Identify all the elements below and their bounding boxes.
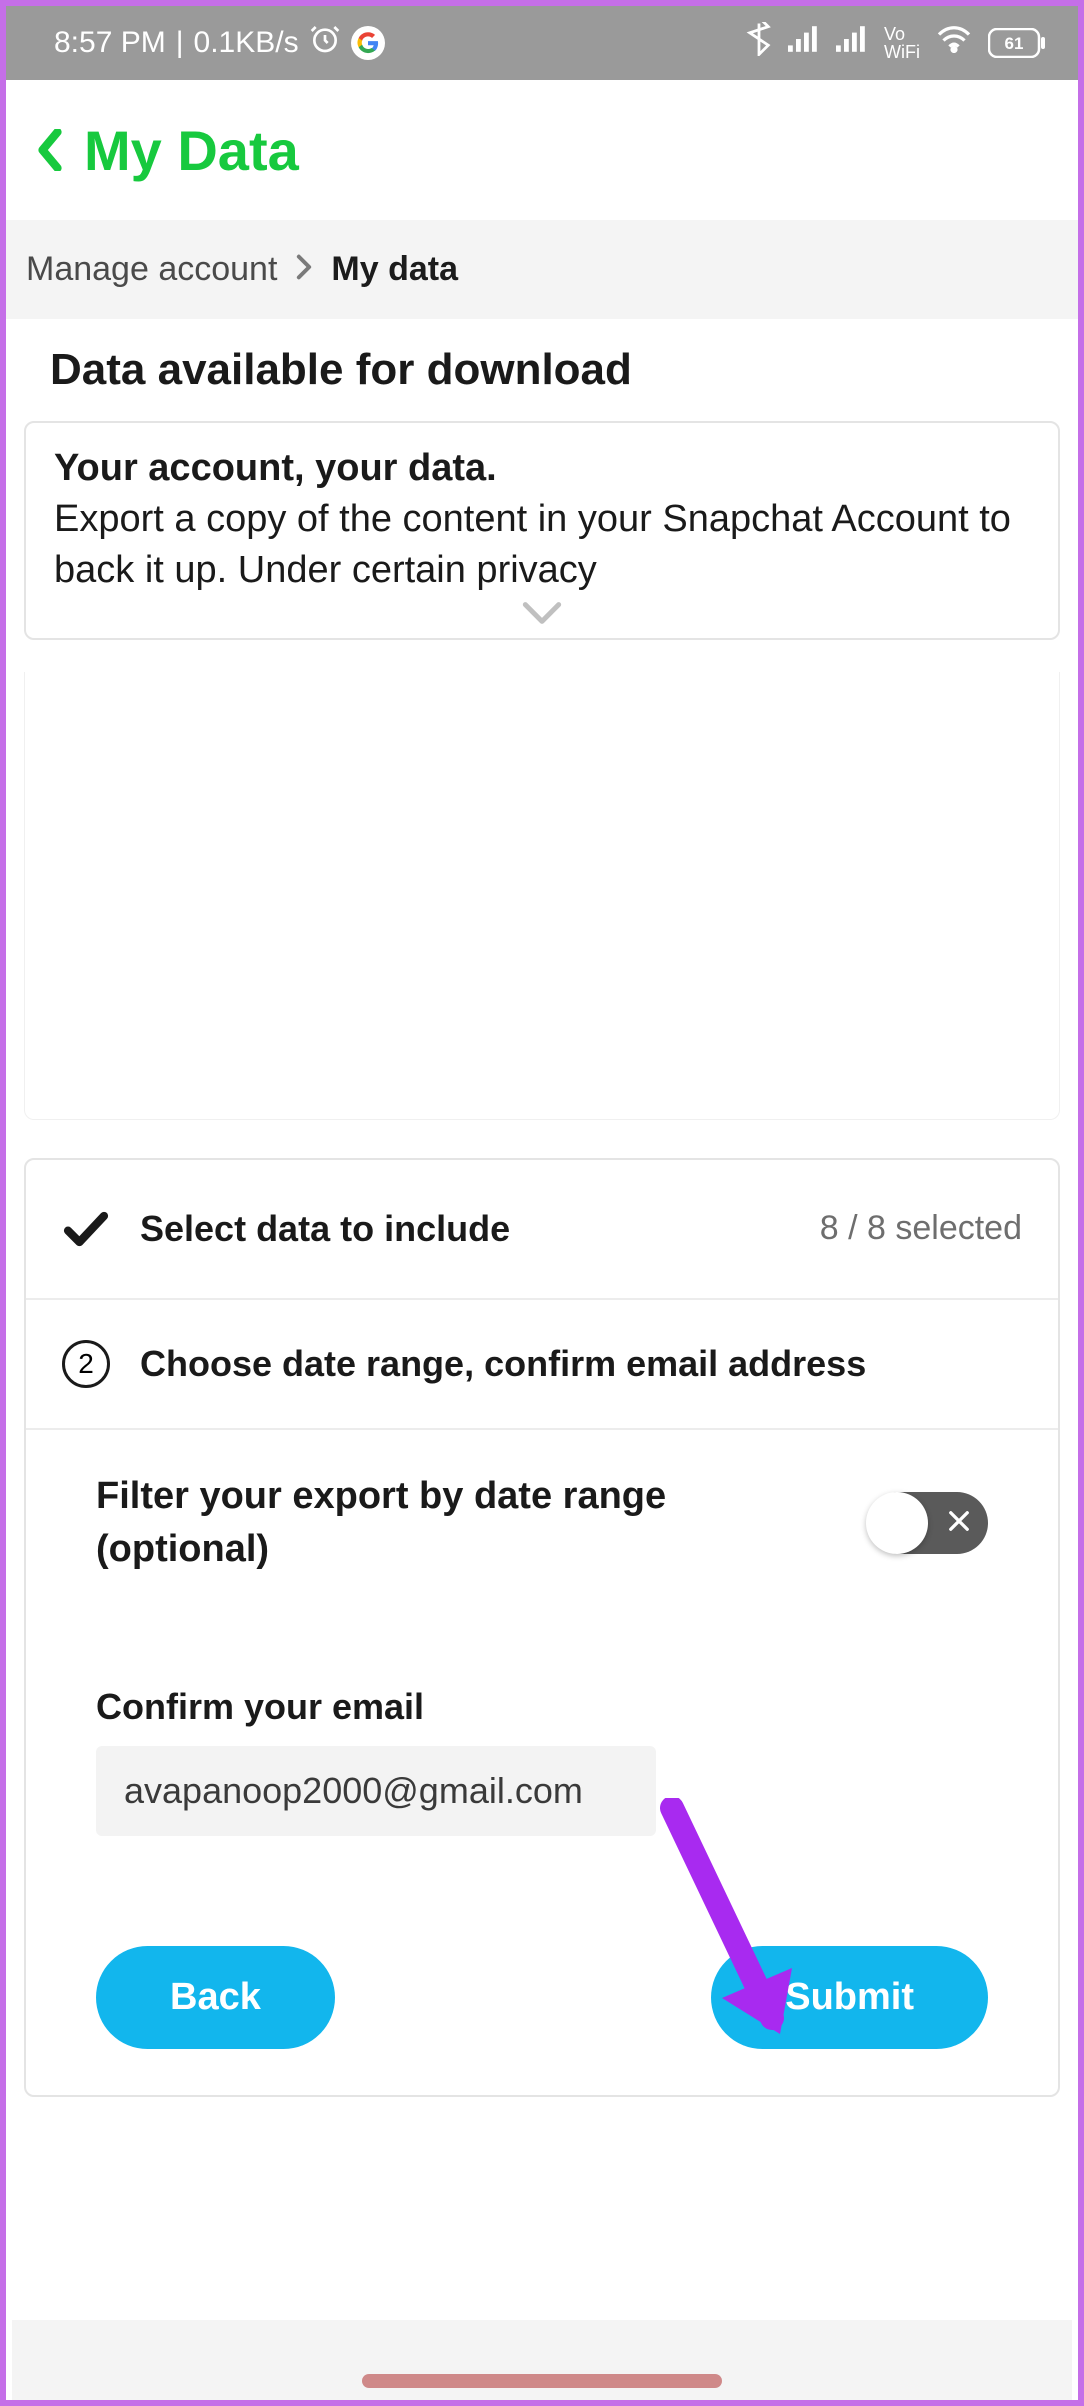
home-indicator[interactable] (362, 2374, 722, 2388)
intro-heading: Your account, your data. (54, 447, 1030, 490)
spacer-card (24, 672, 1060, 1120)
step-2-label: Choose date range, confirm email address (140, 1343, 1022, 1385)
status-bar: 8:57 PM | 0.1KB/s VoWiFi 61 (6, 6, 1078, 80)
button-row: Back Submit (26, 1896, 1058, 2095)
expand-chevron-icon[interactable] (54, 601, 1030, 630)
step-2-body: Filter your export by date range (option… (26, 1430, 1058, 1896)
breadcrumb-parent[interactable]: Manage account (26, 250, 277, 289)
step-1-meta: 8 / 8 selected (820, 1209, 1022, 1248)
svg-text:61: 61 (1005, 34, 1024, 53)
chevron-right-icon (295, 250, 313, 289)
vowifi-label: VoWiFi (884, 25, 920, 61)
google-icon (351, 26, 385, 60)
status-right: VoWiFi 61 (746, 22, 1046, 64)
back-button[interactable]: Back (96, 1946, 335, 2049)
signal-icon-2 (836, 26, 868, 60)
battery-icon: 61 (988, 28, 1046, 58)
breadcrumb-current: My data (331, 250, 458, 289)
submit-button[interactable]: Submit (711, 1946, 988, 2049)
filter-label: Filter your export by date range (option… (96, 1470, 716, 1576)
bottom-bar (12, 2320, 1072, 2400)
intro-card: Your account, your data. Export a copy o… (24, 421, 1060, 640)
status-time: 8:57 PM (54, 26, 166, 60)
email-label: Confirm your email (96, 1686, 988, 1728)
breadcrumb: Manage account My data (6, 220, 1078, 319)
wifi-icon (936, 25, 972, 61)
nav-header: My Data (6, 80, 1078, 220)
email-field[interactable]: avapanoop2000@gmail.com (96, 1746, 656, 1836)
step-1-row[interactable]: Select data to include 8 / 8 selected (26, 1160, 1058, 1300)
steps-card: Select data to include 8 / 8 selected 2 … (24, 1158, 1060, 2097)
alarm-icon (309, 23, 341, 63)
step-1-label: Select data to include (140, 1208, 790, 1250)
page-title: My Data (84, 118, 299, 183)
step-2-number-icon: 2 (62, 1340, 110, 1388)
status-divider: | (176, 26, 184, 60)
signal-icon-1 (788, 26, 820, 60)
bluetooth-icon (746, 22, 772, 64)
toggle-knob (866, 1492, 928, 1554)
status-net-speed: 0.1KB/s (194, 26, 299, 60)
section-title: Data available for download (6, 319, 1078, 421)
date-filter-toggle[interactable] (868, 1492, 988, 1554)
close-icon (948, 1507, 970, 1539)
checkmark-icon (62, 1211, 110, 1247)
status-left: 8:57 PM | 0.1KB/s (54, 23, 385, 63)
filter-row: Filter your export by date range (option… (96, 1470, 988, 1576)
intro-body: Export a copy of the content in your Sna… (54, 494, 1030, 597)
step-2-row: 2 Choose date range, confirm email addre… (26, 1300, 1058, 1430)
back-icon[interactable] (36, 128, 64, 172)
